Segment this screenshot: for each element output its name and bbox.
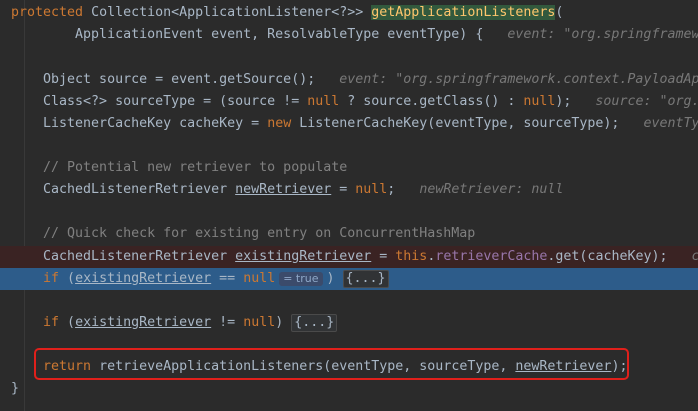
code-token: ApplicationEvent event, ResolvableType e… xyxy=(11,27,508,42)
code-token: Class<?> sourceType = (source != xyxy=(11,94,308,109)
code-token: null xyxy=(355,182,388,197)
code-token: Collection<ApplicationListener<?>> xyxy=(83,5,372,20)
code-token: = xyxy=(331,182,356,197)
code-line-4[interactable]: Object source = event.getSource(); event… xyxy=(0,69,698,91)
code-token: ; xyxy=(387,182,420,197)
code-line-18[interactable]: } xyxy=(0,378,698,400)
code-editor[interactable]: protected Collection<ApplicationListener… xyxy=(0,0,698,411)
inline-debug-hint: event: "org.springframework.context.Payl… xyxy=(339,72,698,87)
inline-debug-hint: eventType: "org.springframework" xyxy=(643,116,698,131)
code-token: // Quick check for existing entry on Con… xyxy=(11,226,476,241)
highlight-annotation-box xyxy=(34,348,629,380)
code-token: null xyxy=(243,271,276,286)
code-token: = xyxy=(371,249,396,264)
code-token: ( xyxy=(59,271,76,286)
code-line-14[interactable] xyxy=(0,290,698,312)
code-line-2[interactable]: ApplicationEvent event, ResolvableType e… xyxy=(0,24,698,46)
code-line-8[interactable]: // Potential new retriever to populate xyxy=(0,157,698,179)
code-token: new xyxy=(267,116,292,131)
code-token: newRetriever xyxy=(235,182,332,197)
code-token: } xyxy=(11,381,20,396)
code-token: existingRetriever xyxy=(235,249,372,264)
code-token: ? source.getClass() : xyxy=(339,94,524,109)
code-token: CachedListenerRetriever xyxy=(11,249,236,264)
code-token: ListenerCacheKey(eventType, sourceType); xyxy=(291,116,644,131)
code-token: ); xyxy=(555,94,596,109)
code-token: ) xyxy=(326,271,343,286)
code-token: != xyxy=(211,315,244,330)
code-token: existingRetriever xyxy=(75,271,212,286)
code-line-1[interactable]: protected Collection<ApplicationListener… xyxy=(0,2,698,24)
code-line-11[interactable]: // Quick check for existing entry on Con… xyxy=(0,223,698,245)
code-token: .get(cacheKey); xyxy=(547,249,692,264)
code-token: null xyxy=(523,94,556,109)
code-line-5[interactable]: Class<?> sourceType = (source != null ? … xyxy=(0,91,698,113)
debug-value-inlay: = true xyxy=(279,272,323,286)
code-token: protected xyxy=(11,5,84,20)
folded-block[interactable]: {...} xyxy=(342,270,389,288)
inline-debug-hint: source: "org.springframework" xyxy=(595,94,698,109)
code-token: == xyxy=(211,271,244,286)
code-line-6[interactable]: ListenerCacheKey cacheKey = new Listener… xyxy=(0,113,698,135)
code-token: retrieverCache xyxy=(435,249,548,264)
code-token: getApplicationListeners xyxy=(371,5,556,20)
code-line-3[interactable] xyxy=(0,46,698,68)
code-token: ( xyxy=(59,315,76,330)
code-line-15[interactable]: if (existingRetriever != null) {...} xyxy=(0,312,698,334)
code-line-13[interactable]: if (existingRetriever == null = true) {..… xyxy=(0,268,698,290)
code-token: ListenerCacheKey cacheKey = xyxy=(11,116,268,131)
inline-debug-hint: newRetriever: null xyxy=(419,182,564,197)
code-token: if xyxy=(43,271,60,286)
code-token: null xyxy=(243,315,276,330)
code-token: existingRetriever xyxy=(75,315,212,330)
inline-debug-hint: cacheKey: "org.springframework" xyxy=(692,249,698,264)
code-line-7[interactable] xyxy=(0,135,698,157)
code-line-9[interactable]: CachedListenerRetriever newRetriever = n… xyxy=(0,179,698,201)
code-token: this xyxy=(395,249,428,264)
code-line-10[interactable] xyxy=(0,201,698,223)
code-token: null xyxy=(307,94,340,109)
code-line-12[interactable]: CachedListenerRetriever existingRetrieve… xyxy=(0,246,698,268)
code-token: // Potential new retriever to populate xyxy=(11,160,348,175)
inline-debug-hint: event: "org.springframework.context.Payl… xyxy=(507,27,698,42)
code-token: Object source = event.getSource(); xyxy=(11,72,340,87)
folded-block[interactable]: {...} xyxy=(291,314,338,332)
code-token: if xyxy=(43,315,60,330)
code-token: ) xyxy=(275,315,292,330)
code-token: CachedListenerRetriever xyxy=(11,182,236,197)
code-token: ( xyxy=(555,5,564,20)
